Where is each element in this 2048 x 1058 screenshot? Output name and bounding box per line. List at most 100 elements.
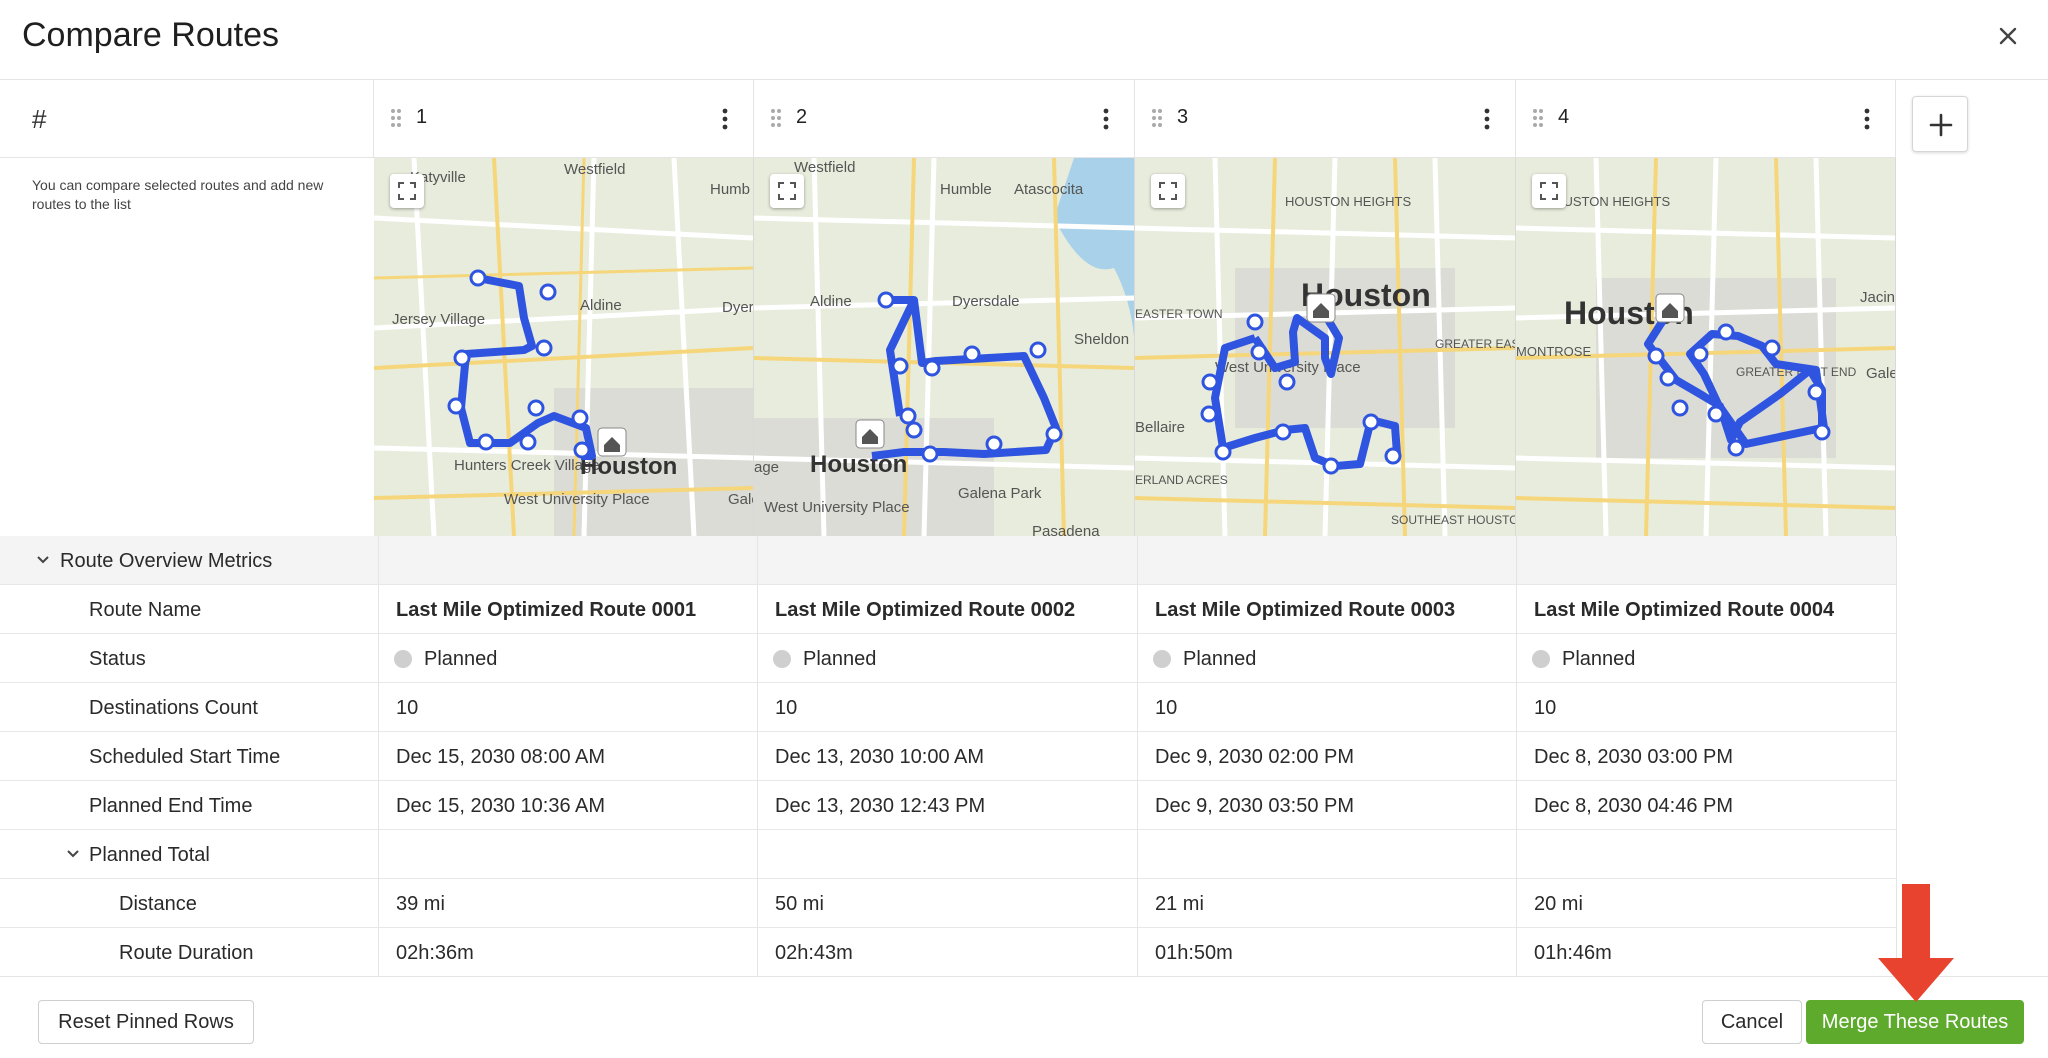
status-text: Planned [1183,648,1257,670]
plus-icon [1929,113,1953,137]
status-text: Planned [424,648,498,670]
drag-handle-icon[interactable] [390,108,402,128]
end-time-cell: Dec 8, 2030 04:46 PM [1534,795,1734,817]
map-label: Humble [940,181,992,198]
status-cell: Planned [1153,648,1256,671]
map-label: EASTER TOWN [1135,307,1223,321]
status-dot [1153,650,1171,668]
section-planned-total[interactable]: Planned Total [0,830,1896,879]
map-label: Jersey Village [392,311,485,328]
table-row: Planned End Time Dec 15, 2030 10:36 AM D… [0,781,1896,830]
drag-handle-icon[interactable] [770,108,782,128]
column-divider [1516,536,1517,976]
map-label: Bellaire [1135,419,1185,436]
section-label: Planned Total [89,844,210,866]
route-name-cell: Last Mile Optimized Route 0002 [775,599,1076,621]
more-options-icon[interactable] [1102,108,1110,130]
start-time-cell: Dec 9, 2030 02:00 PM [1155,746,1355,768]
fullscreen-button[interactable] [390,174,424,208]
start-time-cell: Dec 8, 2030 03:00 PM [1534,746,1734,768]
route-column-header-2[interactable]: 2 [754,80,1135,158]
cancel-button[interactable]: Cancel [1702,1000,1802,1044]
route-column-header-3[interactable]: 3 [1135,80,1516,158]
fullscreen-icon [1540,182,1558,200]
route-map-2[interactable]: Westfield Humble Atascocita Aldine Dyers… [754,158,1135,536]
map-label: Aldine [810,293,852,310]
destinations-cell: 10 [775,697,798,719]
end-time-cell: Dec 9, 2030 03:50 PM [1155,795,1355,817]
distance-cell: 39 mi [396,893,445,915]
map-label: Hunters Creek Village [454,457,600,474]
map-label: Jacin [1860,289,1895,306]
route-name-cell: Last Mile Optimized Route 0004 [1534,599,1835,621]
status-text: Planned [1562,648,1636,670]
more-options-icon[interactable] [721,108,729,130]
route-map-3[interactable]: HOUSTON HEIGHTS Houston West University … [1135,158,1516,536]
route-column-number: 4 [1558,106,1570,128]
row-label: Planned End Time [89,795,253,817]
end-time-cell: Dec 15, 2030 10:36 AM [396,795,606,817]
section-route-overview[interactable]: Route Overview Metrics [0,536,1896,585]
status-dot [1532,650,1550,668]
route-column-header-1[interactable]: 1 [374,80,754,158]
more-options-icon[interactable] [1863,108,1871,130]
route-column-header-4[interactable]: 4 [1516,80,1896,158]
table-row: Scheduled Start Time Dec 15, 2030 08:00 … [0,732,1896,781]
route-map-1[interactable]: Katyville Westfield Humb Jersey Village … [374,158,754,536]
map-label: Humb [710,181,750,198]
fullscreen-button[interactable] [1151,174,1185,208]
table-row: Status Planned Planned Planned Planned [0,634,1896,683]
drag-handle-icon[interactable] [1151,108,1163,128]
map-label: West University Place [504,491,650,508]
row-label: Status [89,648,146,670]
more-options-icon[interactable] [1483,108,1491,130]
route-map-4[interactable]: HOUSTON HEIGHTS Houston Jacin MONTROSE G… [1516,158,1896,536]
status-cell: Planned [1532,648,1635,671]
destinations-cell: 10 [1155,697,1178,719]
row-label: Route Duration [119,942,254,964]
reset-pinned-rows-button[interactable]: Reset Pinned Rows [38,1000,254,1044]
fullscreen-icon [1159,182,1177,200]
map-label: Dyer [722,299,754,316]
route-name-cell: Last Mile Optimized Route 0003 [1155,599,1456,621]
route-column-number: 1 [416,106,428,128]
fullscreen-icon [398,182,416,200]
start-time-cell: Dec 13, 2030 10:00 AM [775,746,985,768]
compare-hint: You can compare selected routes and add … [32,177,324,212]
chevron-down-icon[interactable] [36,555,50,565]
dialog-header: Compare Routes [0,0,2048,80]
map-label: SOUTHEAST HOUSTON [1391,513,1516,527]
status-cell: Planned [394,648,497,671]
end-time-cell: Dec 13, 2030 12:43 PM [775,795,986,817]
map-label: age [754,459,779,476]
start-time-cell: Dec 15, 2030 08:00 AM [396,746,606,768]
map-label: Aldine [580,297,622,314]
row-label: Scheduled Start Time [89,746,281,768]
add-route-column-button[interactable] [1912,96,1968,152]
table-row: Route Duration 02h:36m 02h:43m 01h:50m 0… [0,928,1896,977]
chevron-down-icon[interactable] [66,849,80,859]
row-label: Destinations Count [89,697,258,719]
table-row: Route Name Last Mile Optimized Route 000… [0,585,1896,634]
table-row: Destinations Count 10 10 10 10 [0,683,1896,732]
map-label: Atascocita [1014,181,1084,198]
fullscreen-button[interactable] [770,174,804,208]
distance-cell: 50 mi [775,893,824,915]
drag-handle-icon[interactable] [1532,108,1544,128]
route-column-number: 2 [796,106,808,128]
fullscreen-icon [778,182,796,200]
map-label: Gale [728,491,754,508]
map-label: MONTROSE [1516,344,1591,359]
destinations-cell: 10 [396,697,419,719]
close-icon[interactable] [1990,18,2026,54]
section-label: Route Overview Metrics [60,550,273,572]
destinations-cell: 10 [1534,697,1557,719]
distance-cell: 21 mi [1155,893,1204,915]
map-label: ERLAND ACRES [1135,473,1228,487]
column-divider [1137,536,1138,976]
distance-cell: 20 mi [1534,893,1583,915]
route-column-number: 3 [1177,106,1189,128]
map-label: Sheldon [1074,331,1129,348]
fullscreen-button[interactable] [1532,174,1566,208]
duration-cell: 01h:50m [1155,942,1233,964]
